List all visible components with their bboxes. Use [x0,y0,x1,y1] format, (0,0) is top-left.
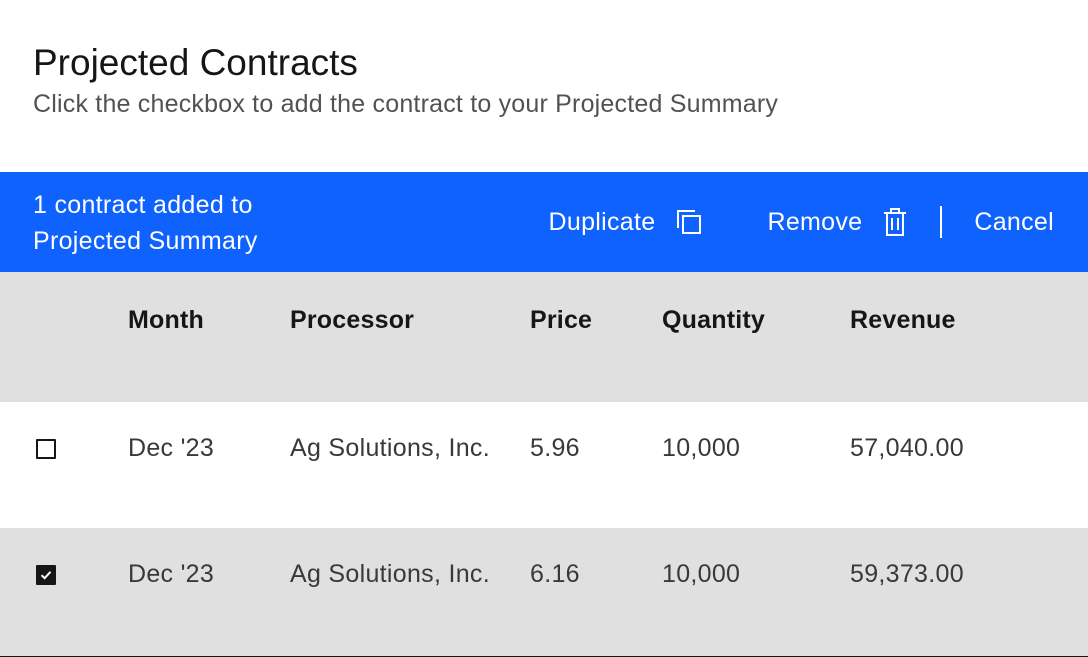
projected-contracts-page: Projected Contracts Click the checkbox t… [0,0,1088,657]
cell-price: 6.16 [530,560,580,588]
column-header-processor[interactable]: Processor [290,306,490,335]
column-header-revenue[interactable]: Revenue [850,306,956,335]
table-header: Month Processor Price Quantity Revenue [0,272,1088,402]
column-header-quantity[interactable]: Quantity [662,306,765,335]
cell-processor: Ag Solutions, Inc. [290,434,490,462]
checkmark-icon [40,571,52,580]
column-header-month[interactable]: Month [128,306,204,335]
cell-revenue: 59,373.00 [850,560,964,588]
page-title: Projected Contracts [33,42,358,83]
cell-month: Dec '23 [128,434,215,462]
copy-icon [675,208,703,236]
trash-icon [882,207,908,237]
cell-month: Dec '23 [128,560,215,588]
column-header-price[interactable]: Price [530,306,592,335]
table-row[interactable]: Dec '23 Ag Solutions, Inc. 6.16 10,000 5… [0,528,1088,657]
cell-processor: Ag Solutions, Inc. [290,560,490,588]
duplicate-button[interactable]: Duplicate [517,172,736,272]
selection-summary: 1 contract added to Projected Summary [33,191,258,255]
duplicate-button-label: Duplicate [548,207,656,236]
batch-actions: Duplicate Remove Cancel [517,172,1088,272]
contracts-table: Month Processor Price Quantity Revenue D… [0,272,1088,657]
cell-quantity: 10,000 [662,434,741,462]
row-checkbox[interactable] [36,439,56,459]
row-checkbox-checked[interactable] [36,565,56,585]
table-row[interactable]: Dec '23 Ag Solutions, Inc. 5.96 10,000 5… [0,402,1088,528]
remove-button[interactable]: Remove [735,172,940,272]
page-header: Projected Contracts Click the checkbox t… [33,40,778,120]
cell-price: 5.96 [530,434,580,462]
page-subtitle: Click the checkbox to add the contract t… [33,90,779,118]
remove-button-label: Remove [767,207,863,236]
cancel-button[interactable]: Cancel [942,172,1088,272]
cell-revenue: 57,040.00 [850,434,964,462]
cancel-button-label: Cancel [974,207,1054,236]
cell-quantity: 10,000 [662,560,741,588]
batch-action-bar: 1 contract added to Projected Summary Du… [0,172,1088,272]
